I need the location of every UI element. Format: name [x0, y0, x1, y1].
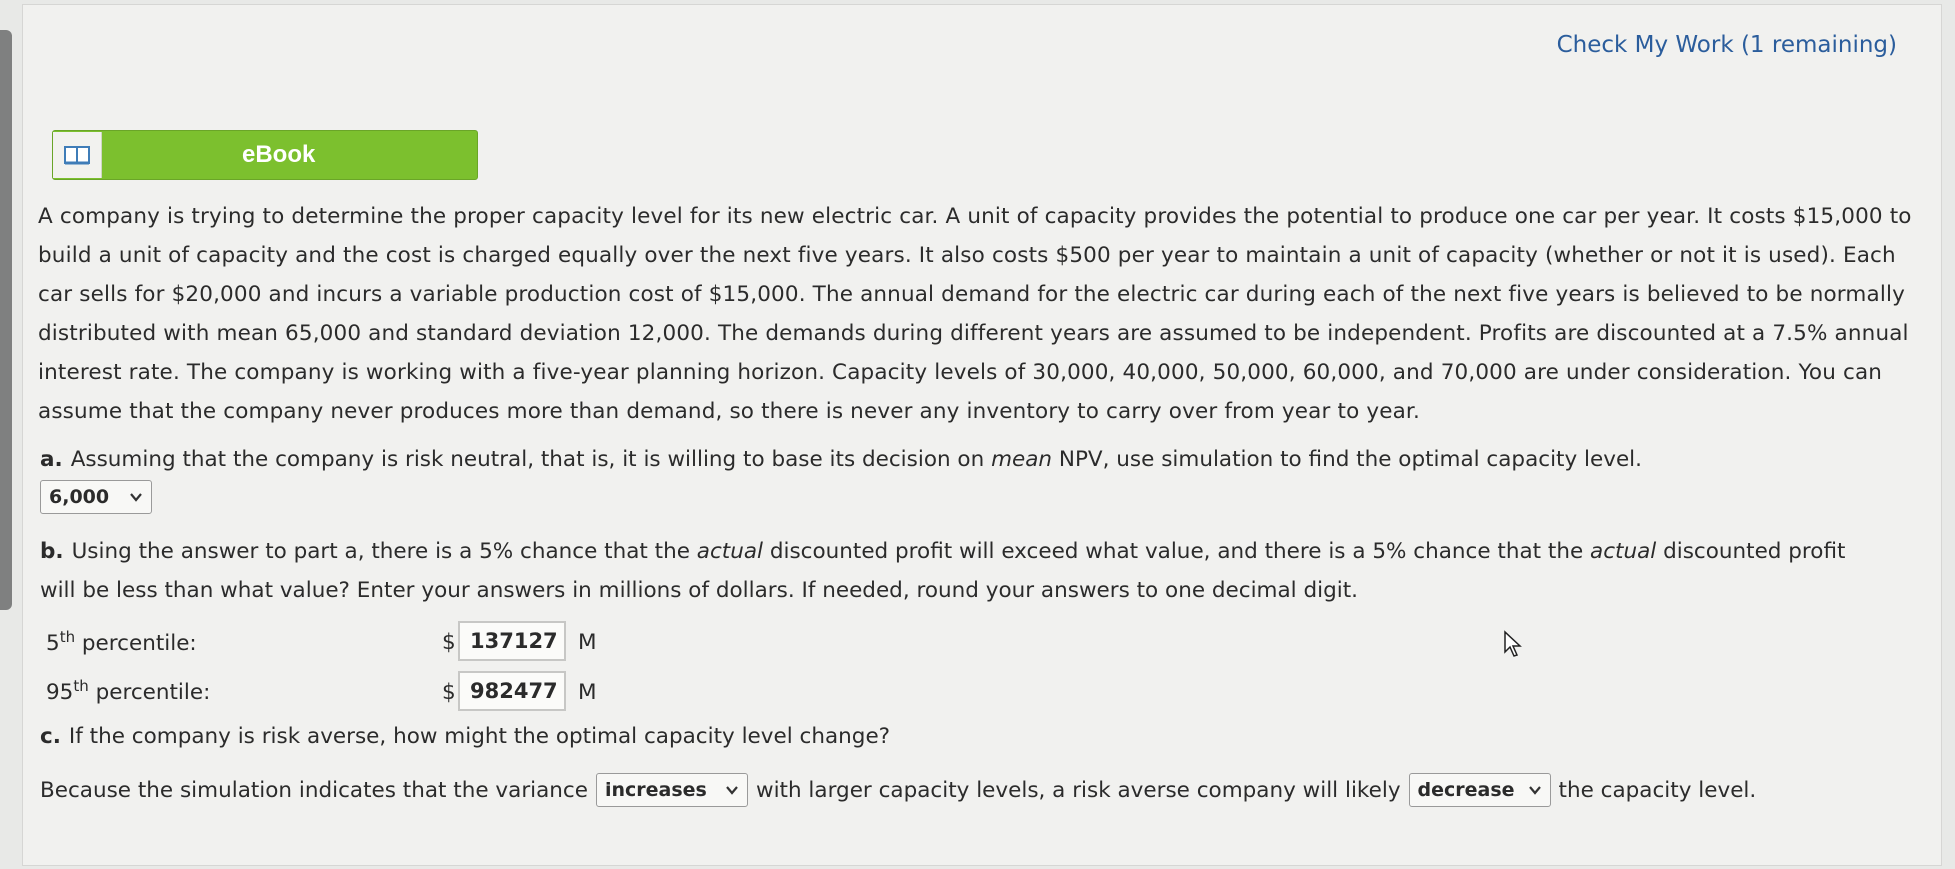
p95-number: 95 — [46, 680, 74, 706]
part-a-letter: a. — [40, 447, 63, 472]
p95-unit: M — [578, 680, 597, 705]
part-a-question: a. Assuming that the company is risk neut… — [40, 447, 1642, 472]
check-my-work-link[interactable]: Check My Work (1 remaining) — [1557, 32, 1897, 58]
scrollbar[interactable] — [0, 30, 12, 610]
p5-unit: M — [578, 630, 597, 655]
part-c-text: If the company is risk averse, how might… — [68, 724, 891, 749]
p5-currency: $ — [442, 630, 456, 655]
p95-superscript: th — [73, 677, 89, 695]
ebook-button[interactable]: eBook — [52, 130, 478, 180]
part-c-sentence-3: the capacity level. — [1558, 777, 1757, 803]
book-icon — [53, 132, 102, 178]
variance-select[interactable]: increases — [595, 773, 748, 807]
p95-label-text: percentile: — [88, 680, 211, 706]
capacity-level-value: 6,000 — [49, 486, 110, 508]
part-b-letter: b. — [40, 539, 64, 564]
part-c-letter: c. — [40, 724, 61, 749]
ebook-label: eBook — [242, 141, 316, 168]
capacity-change-select-value: decrease — [1417, 779, 1515, 801]
part-b-question: b. Using the answer to part a, there is a… — [40, 532, 1880, 610]
part-b-text-2: discounted profit will exceed what value… — [763, 539, 1591, 564]
p5-superscript: th — [59, 628, 76, 646]
p5-input[interactable]: 137127 — [458, 621, 566, 661]
part-b-text-1: Using the answer to part a, there is a 5… — [71, 539, 697, 564]
part-c-answer-row: Because the simulation indicates that th… — [40, 773, 1756, 807]
part-c-sentence-1: Because the simulation indicates that th… — [40, 777, 588, 803]
part-b-emphasis-1: actual — [696, 539, 763, 564]
part-b-emphasis-2: actual — [1590, 539, 1657, 564]
p5-label: 5th percentile: — [46, 628, 197, 656]
p95-label: 95th percentile: — [46, 677, 210, 705]
p95-currency: $ — [442, 680, 456, 705]
capacity-level-select[interactable]: 6,000 — [40, 480, 152, 514]
part-c-sentence-2: with larger capacity levels, a risk aver… — [755, 777, 1401, 803]
part-a-text-1: Assuming that the company is risk neutra… — [70, 447, 992, 472]
p95-input[interactable]: 982477 — [458, 671, 566, 711]
part-c-question: c. If the company is risk averse, how mig… — [40, 724, 890, 749]
mouse-cursor-icon — [1504, 630, 1522, 657]
capacity-change-select[interactable]: decrease — [1408, 773, 1551, 807]
p5-number: 5 — [46, 631, 60, 657]
chevron-down-icon — [726, 786, 738, 795]
problem-statement: A company is trying to determine the pro… — [38, 204, 1912, 424]
part-a-emphasis: mean — [991, 447, 1053, 472]
chevron-down-icon — [130, 493, 142, 502]
chevron-down-icon — [1528, 786, 1541, 795]
variance-select-value: increases — [604, 779, 707, 801]
p5-label-text: percentile: — [75, 631, 197, 657]
part-a-text-2: NPV, use simulation to find the optimal … — [1052, 447, 1642, 472]
